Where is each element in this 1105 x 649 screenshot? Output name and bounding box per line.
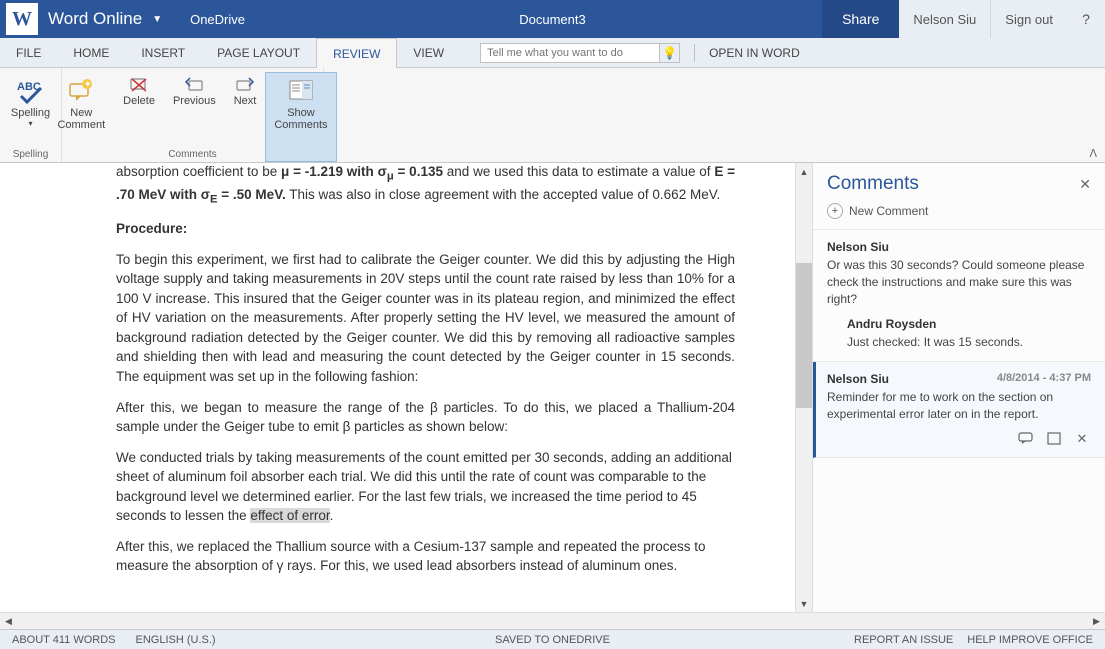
scroll-track[interactable] [17,613,1088,629]
word-count[interactable]: ABOUT 411 WORDS [12,634,116,646]
text: absorption coefficient to be [116,164,281,179]
scroll-thumb[interactable] [796,263,812,408]
tab-home[interactable]: HOME [57,38,125,67]
paragraph: To begin this experiment, we first had t… [116,250,735,387]
new-comment-label1: New [70,107,92,119]
show-comments-icon [285,75,317,107]
group-label-comments: Comments [62,149,323,160]
ribbon: ABC Spelling ▾ Spelling ✦ New Comment De… [0,68,1105,163]
scroll-down-icon[interactable]: ▼ [796,595,812,612]
text: = 0.135 [394,164,443,179]
collapse-ribbon-icon[interactable]: ᐱ [1089,147,1097,160]
app-name: Word Online [48,9,142,29]
ribbon-tabs: FILE HOME INSERT PAGE LAYOUT REVIEW VIEW… [0,38,1105,68]
spelling-label: Spelling [11,107,50,119]
comment-thread[interactable]: Nelson Siu4/8/2014 - 4:37 PM Reminder fo… [813,362,1105,458]
close-comments-icon[interactable]: ✕ [1079,176,1091,193]
report-issue-link[interactable]: REPORT AN ISSUE [854,634,953,646]
text: We conducted trials by taking measuremen… [116,450,732,524]
scroll-up-icon[interactable]: ▲ [796,163,812,180]
user-name[interactable]: Nelson Siu [899,0,990,38]
delete-comment-icon [129,75,149,95]
svg-text:✦: ✦ [84,79,92,89]
reply-text: Just checked: It was 15 seconds. [847,334,1091,351]
tab-page-layout[interactable]: PAGE LAYOUT [201,38,316,67]
comment-text: Or was this 30 seconds? Could someone pl… [827,257,1091,307]
workspace: absorption coefficient to be μ = -1.219 … [0,163,1105,612]
dropdown-icon: ▾ [28,119,32,128]
lightbulb-icon[interactable]: 💡 [660,43,680,63]
text: μ = -1.219 with σ [281,164,387,179]
status-bar: ABOUT 411 WORDS ENGLISH (U.S.) SAVED TO … [0,629,1105,649]
tab-file[interactable]: FILE [0,38,57,67]
open-in-word-link[interactable]: OPEN IN WORD [709,38,800,67]
title-bar: W Word Online ▼ OneDrive Document3 Share… [0,0,1105,38]
document-area: absorption coefficient to be μ = -1.219 … [0,163,812,612]
text: and we used this data to estimate a valu… [443,164,714,179]
next-label: Next [234,95,257,107]
comment-author: Nelson Siu4/8/2014 - 4:37 PM [827,372,1091,386]
horizontal-scrollbar[interactable]: ◀ ▶ [0,612,1105,629]
language[interactable]: ENGLISH (U.S.) [136,634,216,646]
vertical-scrollbar[interactable]: ▲ ▼ [795,163,812,612]
new-comment-label2: Comment [57,119,105,131]
scroll-track[interactable] [796,180,812,595]
onedrive-link[interactable]: OneDrive [190,12,245,27]
comment-thread[interactable]: Nelson Siu Or was this 30 seconds? Could… [813,230,1105,362]
document-content[interactable]: absorption coefficient to be μ = -1.219 … [0,163,795,612]
tell-me-box: 💡 [480,38,680,67]
text: = .50 MeV. [218,187,286,202]
new-comment-label: New Comment [849,204,928,218]
comment-author: Nelson Siu [827,240,1091,254]
plus-icon: + [827,203,843,219]
tab-review[interactable]: REVIEW [316,38,397,68]
share-button[interactable]: Share [822,0,899,38]
help-improve-link[interactable]: HELP IMPROVE OFFICE [967,634,1093,646]
text: This was also in close agreement with th… [286,187,721,202]
spelling-icon: ABC [14,75,46,107]
save-status: SAVED TO ONEDRIVE [495,634,610,646]
scroll-right-icon[interactable]: ▶ [1088,613,1105,629]
comment-actions: ✕ [827,431,1091,447]
tab-view[interactable]: VIEW [397,38,460,67]
comments-title: Comments [827,173,1079,195]
comments-list: Nelson Siu Or was this 30 seconds? Could… [813,230,1105,612]
comment-time: 4/8/2014 - 4:37 PM [997,372,1091,384]
comment-text: Reminder for me to work on the section o… [827,389,1091,423]
paragraph: After this, we began to measure the rang… [116,398,735,437]
comments-pane: Comments ✕ + New Comment Nelson Siu Or w… [812,163,1105,612]
delete-icon[interactable]: ✕ [1073,431,1091,447]
show-label1: Show [287,107,315,119]
next-comment-icon [235,75,255,95]
help-button[interactable]: ? [1067,0,1105,38]
show-label2: Comments [274,119,327,131]
highlighted-text: effect of error [250,508,329,523]
resolve-icon[interactable] [1045,431,1063,447]
previous-label: Previous [173,95,216,107]
word-logo-icon: W [6,3,38,35]
tab-insert[interactable]: INSERT [125,38,201,67]
new-comment-link[interactable]: + New Comment [813,199,1105,230]
previous-comment-icon [184,75,204,95]
reply-icon[interactable] [1017,431,1035,447]
document-title[interactable]: Document3 [519,12,585,27]
chevron-down-icon[interactable]: ▼ [152,14,162,25]
text: . [330,508,334,523]
paragraph: After this, we replaced the Thallium sou… [116,537,735,576]
scroll-left-icon[interactable]: ◀ [0,613,17,629]
separator [694,44,695,62]
tell-me-input[interactable] [480,43,660,63]
heading-procedure: Procedure: [116,219,735,239]
delete-label: Delete [123,95,155,107]
comment-reply: Andru Roysden Just checked: It was 15 se… [847,317,1091,351]
reply-author: Andru Roysden [847,317,1091,331]
sign-out-link[interactable]: Sign out [990,0,1067,38]
new-comment-icon: ✦ [65,75,97,107]
